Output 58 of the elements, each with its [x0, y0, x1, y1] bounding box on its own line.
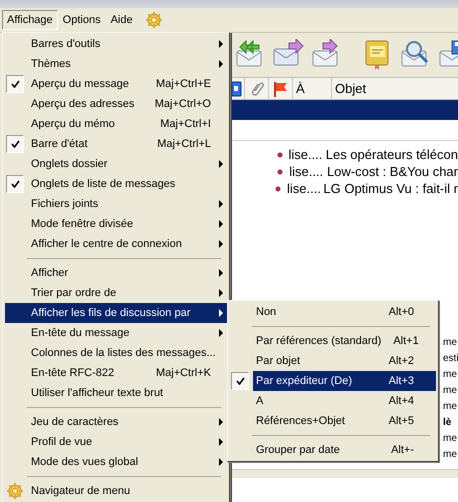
menu-item[interactable]: Barres d'outils [5, 34, 227, 54]
column-header[interactable]: Objet [332, 78, 458, 99]
table-cell-text: lè [443, 416, 452, 430]
menu-item[interactable]: Onglets de liste de messages [5, 174, 227, 194]
column-icon [232, 80, 242, 96]
menu-item[interactable]: Onglets dossier [5, 154, 227, 174]
menu-item[interactable]: Thèmes [5, 54, 227, 74]
menu-item[interactable]: Grouper par date Alt+- [230, 440, 436, 460]
menu-item[interactable]: Jeu de caractères [5, 412, 227, 432]
menu-item[interactable]: A Alt+4 [230, 391, 436, 411]
column-header[interactable]: À [293, 78, 332, 99]
menu-item[interactable]: Aperçu des adresses Maj+Ctrl+O [5, 94, 227, 114]
menu-item[interactable]: Par objet Alt+2 [230, 351, 436, 371]
unread-dot-icon [275, 186, 282, 192]
subject-cell-text: LG Optimus Vu : fait-il r [322, 181, 458, 196]
flag-icon [272, 80, 288, 96]
table-cell-text: me [443, 448, 458, 462]
menu-item[interactable]: Fichiers joints [5, 194, 227, 214]
menu-bar-item[interactable]: Aide [106, 10, 138, 30]
menu-item[interactable]: Mode fenêtre divisée [5, 214, 227, 234]
menu-item[interactable]: Afficher [5, 263, 227, 283]
menu-item[interactable]: Références+Objet Alt+5 [230, 411, 436, 431]
menu-item[interactable]: Aperçu du mémo Maj+Ctrl+I [5, 114, 227, 134]
menu-item[interactable]: Navigateur de menu [5, 481, 227, 501]
menu-item[interactable]: Colonnes de la listes des messages... [5, 343, 227, 363]
table-cell-text: esti [443, 352, 458, 366]
menu-item[interactable]: En-tête RFC-822 Maj+Ctrl+K [5, 363, 227, 383]
menu-item[interactable]: Trier par ordre de [5, 283, 227, 303]
gear-icon [7, 483, 23, 499]
table-cell-text: me [443, 384, 458, 398]
menu-bar-item[interactable]: Affichage [2, 10, 58, 30]
table-cell-text: me [443, 368, 458, 382]
recipient-cell-text: lise.... [289, 164, 324, 179]
recipient-cell-text: lise.... [288, 147, 324, 162]
checkmark-icon [236, 377, 244, 385]
checkmark-icon [10, 180, 20, 188]
menu-item[interactable]: Profil de vue [5, 432, 227, 452]
menu-item[interactable]: Non Alt+0 [230, 302, 436, 322]
menu-item[interactable]: Par références (standard) Alt+1 [230, 331, 436, 351]
menu-bar-item[interactable]: Options [58, 10, 106, 30]
menu-item[interactable]: Mode des vues global [5, 452, 227, 472]
table-cell-text: me [443, 400, 458, 414]
checkmark-icon [10, 140, 20, 148]
checkmark-icon [10, 80, 20, 88]
subject-cell-text: Les opérateurs télécon [324, 147, 458, 162]
menu-item[interactable]: Utiliser l'afficheur texte brut [5, 383, 227, 403]
table-cell-text: me [443, 432, 458, 446]
unread-dot-icon [277, 168, 284, 174]
table-cell-text: me [443, 336, 458, 350]
menu-item[interactable]: Aperçu du message Maj+Ctrl+E [5, 74, 227, 94]
menu-item[interactable]: Barre d'état Maj+Ctrl+L [5, 134, 227, 154]
subject-cell-text: Low-cost : B&You char [326, 164, 458, 179]
menu-item[interactable]: Afficher le centre de connexion [5, 234, 227, 254]
menu-item[interactable]: En-tête du message [5, 323, 227, 343]
recipient-cell: lise.... [287, 181, 322, 196]
gear-icon [146, 12, 162, 28]
unread-dot-icon [276, 152, 283, 158]
menu-item[interactable]: Afficher les fils de discussion par [5, 303, 227, 323]
